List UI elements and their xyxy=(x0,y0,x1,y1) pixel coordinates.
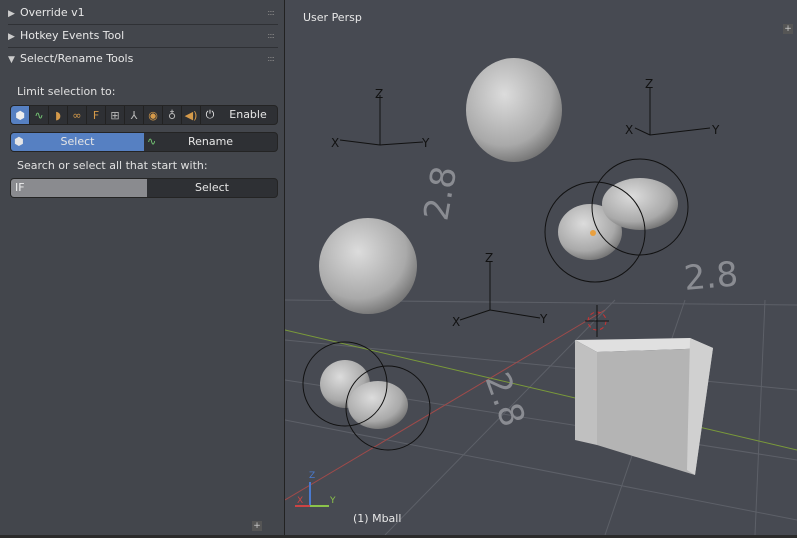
axis-label-y: Y xyxy=(421,136,430,150)
expand-triangle-icon: ▶ xyxy=(8,9,15,19)
lamp-icon[interactable]: ♁ xyxy=(163,106,182,124)
search-label: Search or select all that start with: xyxy=(17,159,208,172)
header-label: Select/Rename Tools xyxy=(20,52,134,65)
empty-icon[interactable]: ⅄ xyxy=(125,106,144,124)
text-object: 2.8 xyxy=(416,163,465,223)
add-region-icon[interactable]: + xyxy=(783,24,793,34)
empty-object xyxy=(339,95,424,146)
view-label: User Persp xyxy=(303,11,362,24)
sphere-object xyxy=(466,58,562,162)
panel-header-hotkey[interactable]: ▶ Hotkey Events Tool:::: xyxy=(8,25,278,48)
empty-object xyxy=(459,262,541,321)
viewport-scene: Z X Y Z X Y Z X Y 2.8 2.8 2.8 Z X Y xyxy=(284,58,797,536)
gizmo-y: Y xyxy=(329,496,336,506)
axis-label-z: Z xyxy=(485,251,493,265)
axis-label-x: X xyxy=(452,315,460,329)
mode-toggle: ⬢ Select ∿ Rename xyxy=(10,132,278,152)
mesh-icon: ⬢ xyxy=(14,135,24,148)
axis-label-z: Z xyxy=(375,87,383,101)
search-select-button[interactable]: Select xyxy=(147,179,277,197)
camera-icon[interactable]: ◉ xyxy=(144,106,163,124)
header-label: Override v1 xyxy=(20,6,85,19)
type-filter-row: ⬢ ∿ ◗ ∞ F ⊞ ⅄ ◉ ♁ ◀) ⏻ Enable xyxy=(10,105,278,125)
rename-mode-button[interactable]: ∿ Rename xyxy=(144,133,277,151)
metaball-icon[interactable]: ∞ xyxy=(68,106,87,124)
curve-icon: ∿ xyxy=(147,135,157,148)
speaker-icon[interactable]: ◀) xyxy=(182,106,201,124)
enable-button[interactable]: Enable xyxy=(219,106,277,124)
sphere-object xyxy=(319,218,417,314)
axis-gizmo: Z X Y xyxy=(295,471,336,507)
panel-header-override[interactable]: ▶ Override v1:::: xyxy=(8,2,278,25)
text-object: 2.8 xyxy=(682,254,739,299)
text-icon[interactable]: F xyxy=(87,106,106,124)
surface-icon[interactable]: ◗ xyxy=(49,106,68,124)
search-row: IF Select xyxy=(10,178,278,198)
curve-icon[interactable]: ∿ xyxy=(30,106,49,124)
collapse-triangle-icon: ▼ xyxy=(8,55,15,65)
metaball-object xyxy=(302,341,431,451)
panel-header-select-rename[interactable]: ▼ Select/Rename Tools:::: xyxy=(8,48,278,70)
lattice-icon[interactable]: ⊞ xyxy=(106,106,125,124)
text-object: 2.8 xyxy=(477,367,533,431)
axis-label-z: Z xyxy=(645,77,653,91)
tool-shelf-panel: ▶ Override v1:::: ▶ Hotkey Events Tool::::… xyxy=(0,0,285,535)
active-object-label: (1) Mball xyxy=(353,512,402,525)
search-value: F xyxy=(18,181,25,194)
empty-object xyxy=(634,88,711,136)
mesh-icon[interactable]: ⬢ xyxy=(11,106,30,124)
drag-grip-icon[interactable]: :::: xyxy=(267,2,275,24)
axis-label-x: X xyxy=(625,123,633,137)
rename-mode-label: Rename xyxy=(187,135,234,148)
drag-grip-icon[interactable]: :::: xyxy=(267,48,275,70)
power-icon[interactable]: ⏻ xyxy=(201,106,219,124)
header-label: Hotkey Events Tool xyxy=(20,29,125,42)
select-mode-button[interactable]: ⬢ Select xyxy=(11,133,144,151)
axis-label-x: X xyxy=(331,136,339,150)
3d-viewport[interactable]: Z X Y Z X Y Z X Y 2.8 2.8 2.8 Z X Y User Persp (… xyxy=(284,0,797,536)
search-input[interactable]: IF xyxy=(11,179,147,197)
expand-triangle-icon: ▶ xyxy=(8,32,15,42)
gizmo-z: Z xyxy=(309,471,315,481)
limit-selection-label: Limit selection to: xyxy=(17,85,116,98)
axis-label-y: Y xyxy=(539,312,548,326)
metaball-object xyxy=(544,158,689,283)
gizmo-x: X xyxy=(297,496,303,506)
select-mode-label: Select xyxy=(60,135,95,148)
add-region-icon[interactable]: + xyxy=(252,521,262,531)
cube-object xyxy=(575,338,713,475)
axis-label-y: Y xyxy=(711,123,720,137)
drag-grip-icon[interactable]: :::: xyxy=(267,25,275,47)
